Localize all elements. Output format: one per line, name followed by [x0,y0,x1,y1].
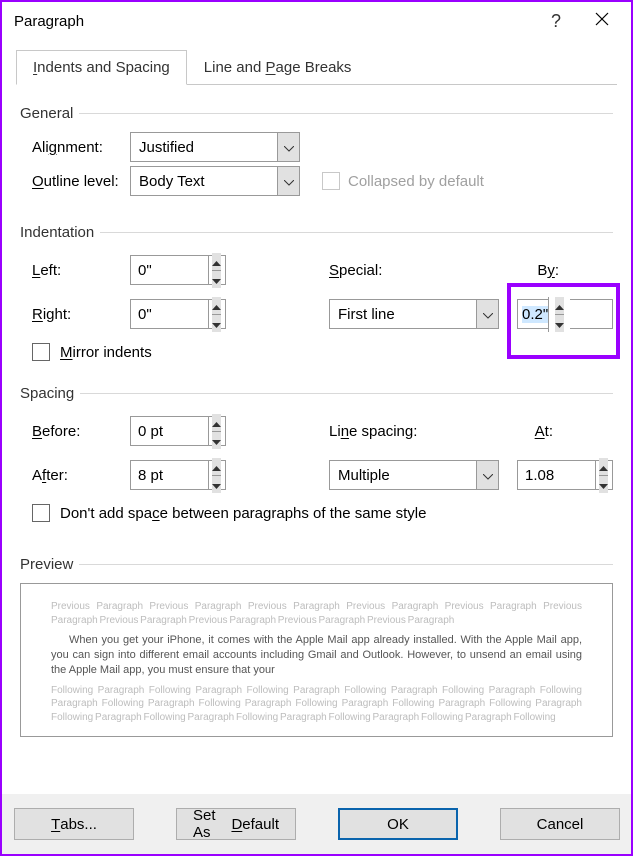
triangle-down-icon [212,476,221,493]
legend-preview: Preview [20,556,73,573]
after-spinner[interactable] [130,460,226,490]
after-down-button[interactable] [212,476,221,493]
triangle-up-icon [212,458,221,475]
tabs-button[interactable]: Tabs... [14,808,134,840]
special-label: Special: [329,262,449,279]
alignment-dropdown-button[interactable] [277,133,299,161]
triangle-up-icon [599,458,608,475]
after-label: After: [20,467,130,484]
preview-sample: When you get your iPhone, it comes with … [51,633,582,678]
help-button[interactable]: ? [533,6,579,36]
triangle-down-icon [212,315,221,332]
before-label: Before: [20,423,130,440]
at-spinner[interactable] [517,460,613,490]
at-label: At: [535,423,553,440]
outline-label: Outline level: [20,173,130,190]
special-dropdown[interactable]: First line [329,299,499,329]
legend-spacing: Spacing [20,385,74,402]
close-icon [595,12,609,30]
preview-previous: Previous Paragraph Previous Paragraph Pr… [51,600,582,627]
left-input[interactable] [131,256,208,284]
alignment-value: Justified [131,133,277,161]
by-down-button[interactable] [555,315,564,332]
chevron-down-icon [284,173,294,190]
group-spacing: Spacing Before: Line spacing: At: [20,379,613,522]
special-dropdown-button[interactable] [476,300,498,328]
triangle-up-icon [555,297,564,314]
before-spinner[interactable] [130,416,226,446]
after-up-button[interactable] [212,458,221,476]
line-spacing-label: Line spacing: [329,423,449,440]
left-label: Left: [20,262,130,279]
at-up-button[interactable] [599,458,608,476]
help-icon: ? [551,11,561,32]
triangle-down-icon [212,271,221,288]
triangle-down-icon [555,315,564,332]
group-indentation: Indentation Left: Special: By: [20,218,613,361]
group-preview: Preview Previous Paragraph Previous Para… [20,550,613,737]
outline-value: Body Text [131,167,277,195]
legend-indentation: Indentation [20,224,94,241]
triangle-down-icon [599,476,608,493]
right-up-button[interactable] [212,297,221,315]
group-general: General Alignment: Justified Outline lev… [20,99,613,200]
set-as-default-button[interactable]: Set As Default [176,808,296,840]
triangle-down-icon [212,432,221,449]
triangle-up-icon [212,253,221,270]
at-input[interactable] [518,461,595,489]
chevron-down-icon [284,139,294,156]
close-button[interactable] [579,6,625,36]
right-spinner[interactable] [130,299,226,329]
line-spacing-value: Multiple [330,461,476,489]
preview-following: Following Paragraph Following Paragraph … [51,684,582,725]
by-up-button[interactable] [555,297,564,315]
at-down-button[interactable] [599,476,608,493]
special-value: First line [330,300,476,328]
collapsed-label: Collapsed by default [348,173,484,190]
by-spinner[interactable]: 0.2" [517,299,613,329]
right-label: Right: [20,306,130,323]
left-spinner[interactable] [130,255,226,285]
triangle-up-icon [212,414,221,431]
by-label: By: [537,262,559,279]
preview-box: Previous Paragraph Previous Paragraph Pr… [20,583,613,737]
mirror-checkbox[interactable] [32,343,50,361]
titlebar: Paragraph ? [2,2,631,40]
outline-dropdown-button[interactable] [277,167,299,195]
tab-indents-spacing[interactable]: Indents and Spacing [16,50,187,85]
left-up-button[interactable] [212,253,221,271]
mirror-label: Mirror indents [60,344,152,361]
legend-general: General [20,105,73,122]
before-down-button[interactable] [212,432,221,449]
after-input[interactable] [131,461,208,489]
before-input[interactable] [131,417,208,445]
ok-button[interactable]: OK [338,808,458,840]
line-spacing-dropdown-button[interactable] [476,461,498,489]
triangle-up-icon [212,297,221,314]
alignment-combobox[interactable]: Justified [130,132,300,162]
tab-strip: Indents and Spacing Line and Page Breaks [2,40,631,85]
line-spacing-dropdown[interactable]: Multiple [329,460,499,490]
alignment-label: Alignment: [20,139,130,156]
cancel-button[interactable]: Cancel [500,808,620,840]
dialog-title: Paragraph [14,13,533,30]
collapsed-checkbox [322,172,340,190]
button-bar: Tabs... Set As Default OK Cancel [2,794,631,854]
chevron-down-icon [483,467,493,484]
before-up-button[interactable] [212,414,221,432]
dont-add-space-checkbox[interactable] [32,504,50,522]
paragraph-dialog: Paragraph ? Indents and Spacing Line and… [0,0,633,856]
tab-indents-label: ndents and Spacing [37,59,170,76]
right-input[interactable] [131,300,208,328]
outline-combobox[interactable]: Body Text [130,166,300,196]
right-down-button[interactable] [212,315,221,332]
dont-add-space-label: Don't add space between paragraphs of th… [60,505,426,522]
tab-line-page-breaks[interactable]: Line and Page Breaks [187,50,369,85]
dialog-content: General Alignment: Justified Outline lev… [2,85,631,794]
left-down-button[interactable] [212,271,221,288]
chevron-down-icon [483,306,493,323]
